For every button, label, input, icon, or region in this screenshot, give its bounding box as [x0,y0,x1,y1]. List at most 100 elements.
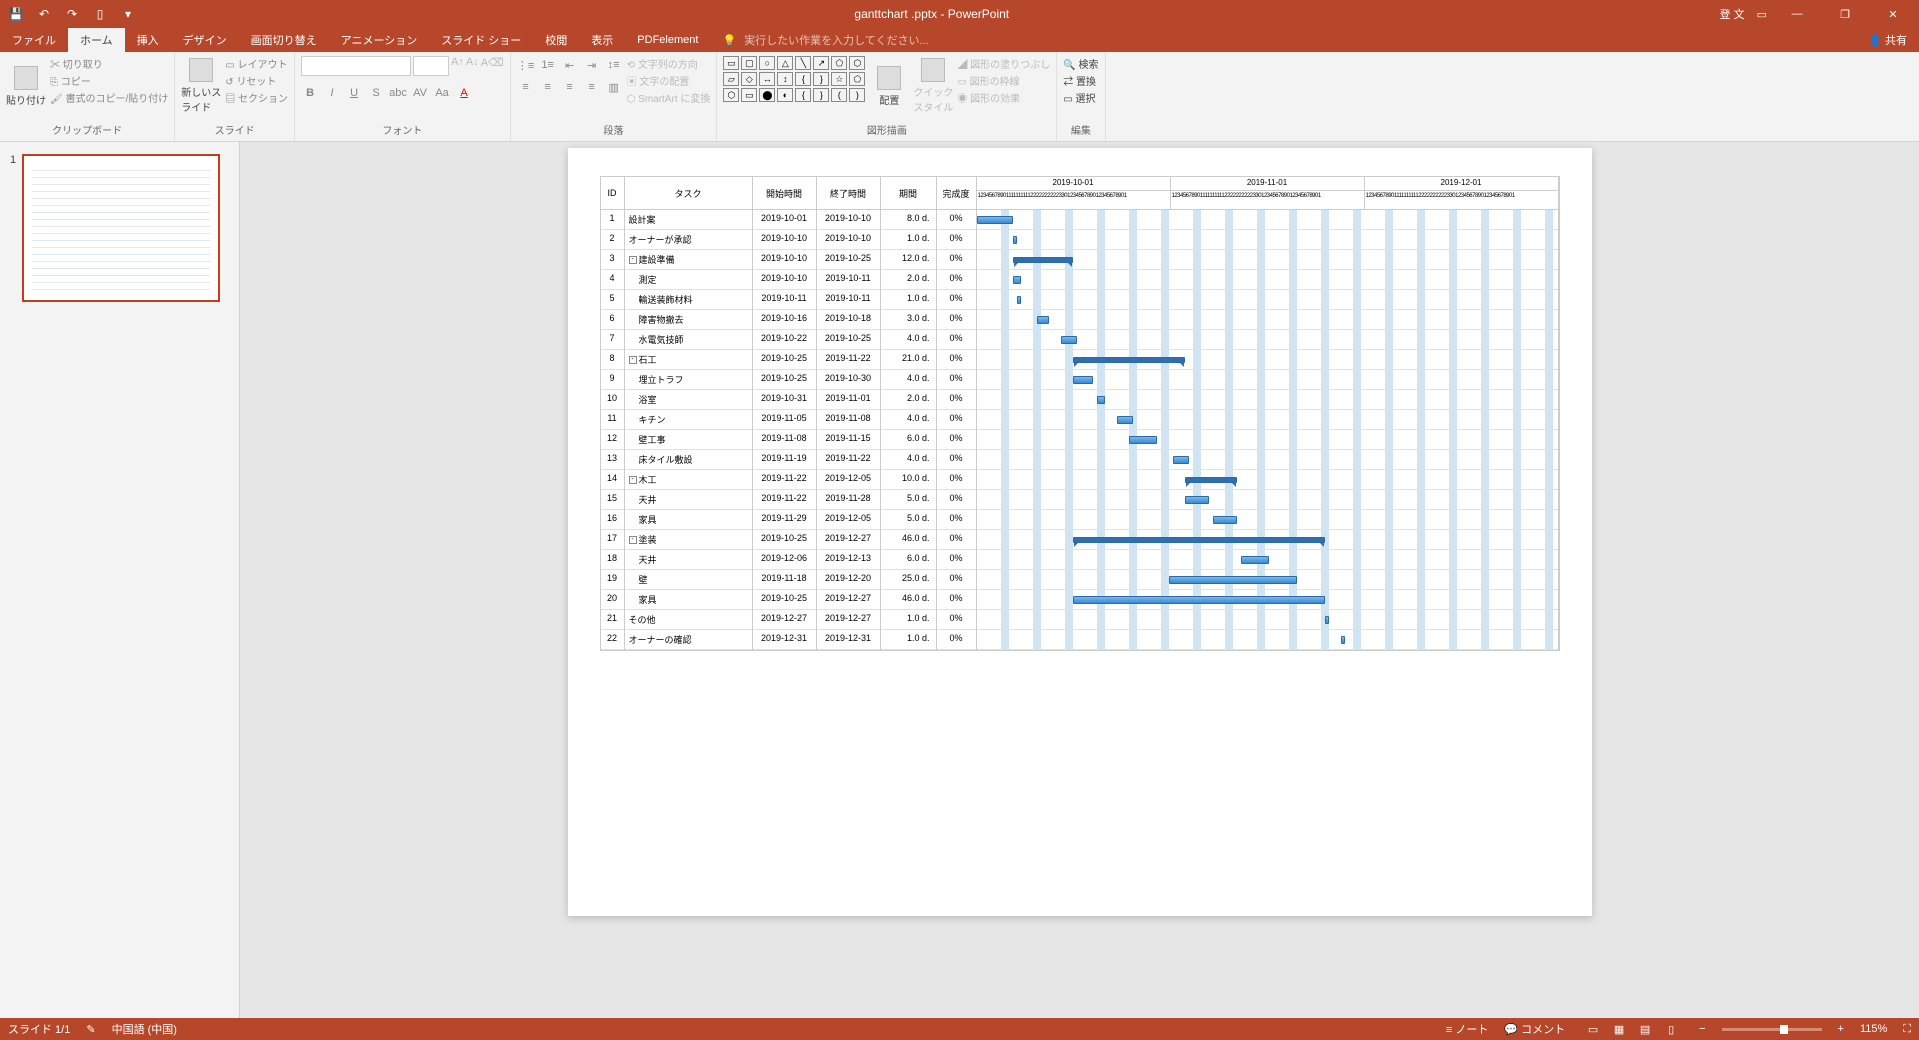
increase-font-icon[interactable]: A↑ [451,56,464,76]
gantt-summary-bar[interactable] [1073,357,1185,363]
gantt-task-bar[interactable] [1073,596,1325,604]
underline-icon[interactable]: U [345,84,363,102]
tab-animations[interactable]: アニメーション [329,28,430,52]
font-size-select[interactable] [413,56,449,76]
ribbon-options-icon[interactable]: ▭ [1757,8,1767,21]
strike-icon[interactable]: S [367,84,385,102]
gantt-task-bar[interactable] [1341,636,1345,644]
gantt-task-bar[interactable] [1017,296,1021,304]
shape-effects-button[interactable]: ◉ 図形の効果 [957,90,1050,105]
tab-pdfelement[interactable]: PDFelement [625,30,710,50]
paste-button[interactable]: 貼り付け [6,56,46,116]
more-icon[interactable]: ▾ [120,6,136,22]
tab-review[interactable]: 校閲 [533,28,579,52]
bold-icon[interactable]: B [301,84,319,102]
gantt-task-bar[interactable] [1013,236,1017,244]
smartart-button[interactable]: ⬡ SmartArt に変換 [627,90,711,105]
gantt-task-bar[interactable] [1117,416,1133,424]
shape-fill-button[interactable]: ◢ 図形の塗りつぶし [957,56,1050,71]
cut-button[interactable]: ✂ 切り取り [50,56,168,71]
replace-button[interactable]: ⇄ 置換 [1063,73,1098,88]
slide-counter[interactable]: スライド 1/1 [8,1021,70,1037]
shadow-icon[interactable]: abc [389,84,407,102]
indent-dec-icon[interactable]: ⇤ [561,56,579,74]
indent-inc-icon[interactable]: ⇥ [583,56,601,74]
slide-1[interactable]: ID タスク 開始時間 終了時間 期間 完成度 2019-10-012019-1… [568,148,1592,916]
spacing-icon[interactable]: AV [411,84,429,102]
gantt-task-bar[interactable] [1129,436,1157,444]
format-painter-button[interactable]: 🖌 書式のコピー/貼り付け [50,90,168,105]
tab-home[interactable]: ホーム [68,28,125,52]
tab-transitions[interactable]: 画面切り替え [239,28,329,52]
quick-styles-button[interactable]: クイックスタイル [913,56,953,116]
gantt-summary-bar[interactable] [1185,477,1237,483]
copy-button[interactable]: ⎘ コピー [50,73,168,88]
gantt-task-bar[interactable] [977,216,1013,224]
slide-thumbnail-1[interactable] [22,154,220,302]
tab-slideshow[interactable]: スライド ショー [429,28,533,52]
decrease-font-icon[interactable]: A↓ [466,56,479,76]
collapse-icon[interactable]: - [629,476,637,484]
select-button[interactable]: ▭ 選択 [1063,90,1098,105]
gantt-task-bar[interactable] [1013,276,1021,284]
share-button[interactable]: 👤 共有 [1868,32,1907,48]
collapse-icon[interactable]: - [629,536,637,544]
gantt-summary-bar[interactable] [1013,257,1073,263]
thumbnail-pane[interactable]: 1 [0,142,240,1022]
gantt-task-bar[interactable] [1037,316,1049,324]
language-label[interactable]: 中国語 (中国) [112,1021,177,1037]
normal-view-icon[interactable]: ▭ [1581,1020,1605,1038]
case-icon[interactable]: Aa [433,84,451,102]
collapse-icon[interactable]: - [629,356,637,364]
text-direction-button[interactable]: ⟲ 文字列の方向 [627,56,711,71]
italic-icon[interactable]: I [323,84,341,102]
minimize-icon[interactable]: — [1775,0,1819,28]
reset-button[interactable]: ↺ リセット [225,73,288,88]
gantt-task-bar[interactable] [1241,556,1269,564]
shape-outline-button[interactable]: ▭ 図形の枠線 [957,73,1050,88]
save-icon[interactable]: 💾 [8,6,24,22]
justify-icon[interactable]: ≡ [583,78,601,96]
arrange-button[interactable]: 配置 [869,56,909,116]
tab-file[interactable]: ファイル [0,28,68,52]
slide-editor[interactable]: ID タスク 開始時間 終了時間 期間 完成度 2019-10-012019-1… [240,142,1919,1022]
zoom-in-icon[interactable]: + [1838,1023,1844,1035]
shapes-gallery[interactable]: ▭▢○△╲↗⬠⬡ ▱◇↔↕{}☆⬠ ⬡▭⬤◐{}() [723,56,865,102]
columns-icon[interactable]: ▥ [605,78,623,96]
gantt-summary-bar[interactable] [1073,537,1325,543]
zoom-out-icon[interactable]: − [1699,1023,1705,1035]
undo-icon[interactable]: ↶ [36,6,52,22]
zoom-slider[interactable] [1722,1028,1822,1031]
font-family-select[interactable] [301,56,411,76]
gantt-task-bar[interactable] [1325,616,1329,624]
clear-format-icon[interactable]: A⌫ [481,56,504,76]
font-color-icon[interactable]: A [455,84,473,102]
tell-me-input[interactable]: 実行したい作業を入力してください... [744,32,929,48]
account-label[interactable]: 登 文 [1720,6,1745,22]
notes-button[interactable]: ≡ ノート [1446,1021,1488,1037]
gantt-task-bar[interactable] [1073,376,1093,384]
line-spacing-icon[interactable]: ↕≡ [605,56,623,74]
slideshow-icon[interactable]: ▯ [92,6,108,22]
gantt-task-bar[interactable] [1169,576,1297,584]
align-left-icon[interactable]: ≡ [517,78,535,96]
bullets-icon[interactable]: ⋮≡ [517,56,535,74]
new-slide-button[interactable]: 新しいスライド [181,56,221,116]
slideshow-view-icon[interactable]: ▯ [1659,1020,1683,1038]
tab-view[interactable]: 表示 [579,28,625,52]
collapse-icon[interactable]: - [629,256,637,264]
align-text-button[interactable]: ▣ 文字の配置 [627,73,711,88]
fit-to-window-icon[interactable]: ⛶ [1903,1023,1911,1036]
tab-insert[interactable]: 挿入 [125,28,171,52]
tab-design[interactable]: デザイン [171,28,239,52]
reading-view-icon[interactable]: ▤ [1633,1020,1657,1038]
numbering-icon[interactable]: 1≡ [539,56,557,74]
spellcheck-icon[interactable]: ✎ [86,1023,95,1036]
close-icon[interactable]: ✕ [1871,0,1915,28]
gantt-task-bar[interactable] [1185,496,1209,504]
zoom-level[interactable]: 115% [1860,1023,1887,1035]
redo-icon[interactable]: ↷ [64,6,80,22]
sorter-view-icon[interactable]: ▦ [1607,1020,1631,1038]
layout-button[interactable]: ▭ レイアウト [225,56,288,71]
align-right-icon[interactable]: ≡ [561,78,579,96]
